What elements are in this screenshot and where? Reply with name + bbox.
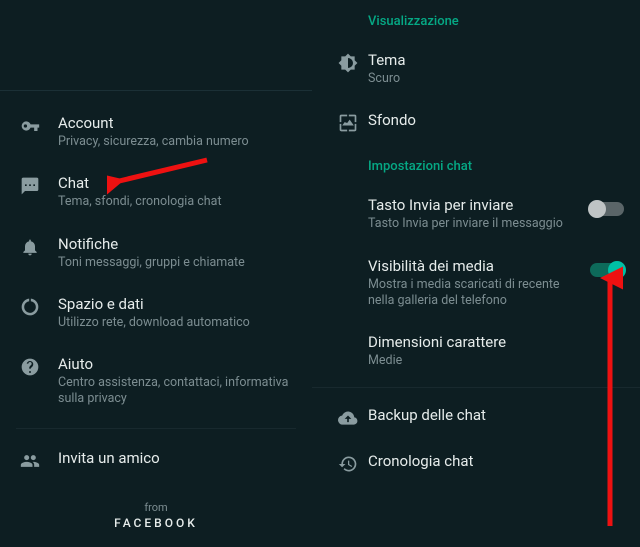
people-icon xyxy=(16,449,44,471)
help-icon xyxy=(16,355,44,377)
dim-sub: Medie xyxy=(368,351,570,369)
sidebar-item-dati[interactable]: Spazio e dati Utilizzo rete, download au… xyxy=(0,283,312,343)
account-sub: Privacy, sicurezza, cambia numero xyxy=(58,132,296,150)
tema-title: Tema xyxy=(368,51,570,69)
backup-title: Backup delle chat xyxy=(368,406,570,424)
chat-icon xyxy=(16,174,44,196)
wallpaper-icon xyxy=(328,111,368,133)
notifiche-title: Notifiche xyxy=(58,235,296,253)
data-usage-icon xyxy=(16,295,44,317)
bell-icon xyxy=(16,235,44,257)
sidebar-item-notifiche[interactable]: Notifiche Toni messaggi, gruppi e chiama… xyxy=(0,223,312,283)
chat-sub: Tema, sfondi, cronologia chat xyxy=(58,192,296,210)
divider-line xyxy=(312,387,640,388)
dim-title: Dimensioni carattere xyxy=(368,333,570,351)
from-facebook: from FACEBOOK xyxy=(0,483,312,530)
aiuto-sub: Centro assistenza, contattaci, informati… xyxy=(58,373,296,408)
toggle-visibilita-media[interactable] xyxy=(590,263,624,277)
toggle-tasto-invia[interactable] xyxy=(590,202,624,216)
aiuto-title: Aiuto xyxy=(58,355,296,373)
setting-visibilita-media[interactable]: Visibilità dei media Mostra i media scar… xyxy=(312,245,640,322)
sidebar-item-account[interactable]: Account Privacy, sicurezza, cambia numer… xyxy=(0,102,312,162)
history-icon xyxy=(328,452,368,474)
setting-tasto-invia[interactable]: Tasto Invia per inviare Tasto Invia per … xyxy=(312,184,640,244)
media-title: Visibilità dei media xyxy=(368,257,570,275)
key-icon xyxy=(16,114,44,136)
invita-title: Invita un amico xyxy=(58,449,296,467)
cron-title: Cronologia chat xyxy=(368,452,570,470)
setting-sfondo[interactable]: Sfondo xyxy=(312,99,640,145)
setting-cronologia[interactable]: Cronologia chat xyxy=(312,440,640,486)
sidebar-item-aiuto[interactable]: Aiuto Centro assistenza, contattaci, inf… xyxy=(0,343,312,420)
notifiche-sub: Toni messaggi, gruppi e chiamate xyxy=(58,253,296,271)
section-header-visualizzazione: Visualizzazione xyxy=(312,0,640,39)
chat-title: Chat xyxy=(58,174,296,192)
tema-sub: Scuro xyxy=(368,69,570,87)
account-title: Account xyxy=(58,114,296,132)
cloud-upload-icon xyxy=(328,406,368,428)
dati-title: Spazio e dati xyxy=(58,295,296,313)
divider-line xyxy=(16,428,296,429)
setting-tema[interactable]: Tema Scuro xyxy=(312,39,640,99)
dati-sub: Utilizzo rete, download automatico xyxy=(58,313,296,331)
from-label: from xyxy=(0,501,312,514)
invia-title: Tasto Invia per inviare xyxy=(368,196,570,214)
invia-sub: Tasto Invia per inviare il messaggio xyxy=(368,214,570,232)
setting-dimensioni-carattere[interactable]: Dimensioni carattere Medie xyxy=(312,321,640,381)
facebook-label: FACEBOOK xyxy=(0,514,312,530)
section-header-chat: Impostazioni chat xyxy=(312,145,640,184)
sidebar-item-chat[interactable]: Chat Tema, sfondi, cronologia chat xyxy=(0,162,312,222)
sfondo-title: Sfondo xyxy=(368,111,570,129)
setting-backup[interactable]: Backup delle chat xyxy=(312,394,640,440)
media-sub: Mostra i media scaricati di recente nell… xyxy=(368,275,570,310)
sidebar-item-invita[interactable]: Invita un amico xyxy=(0,437,312,483)
brightness-icon xyxy=(328,51,368,73)
divider-line xyxy=(0,90,312,91)
